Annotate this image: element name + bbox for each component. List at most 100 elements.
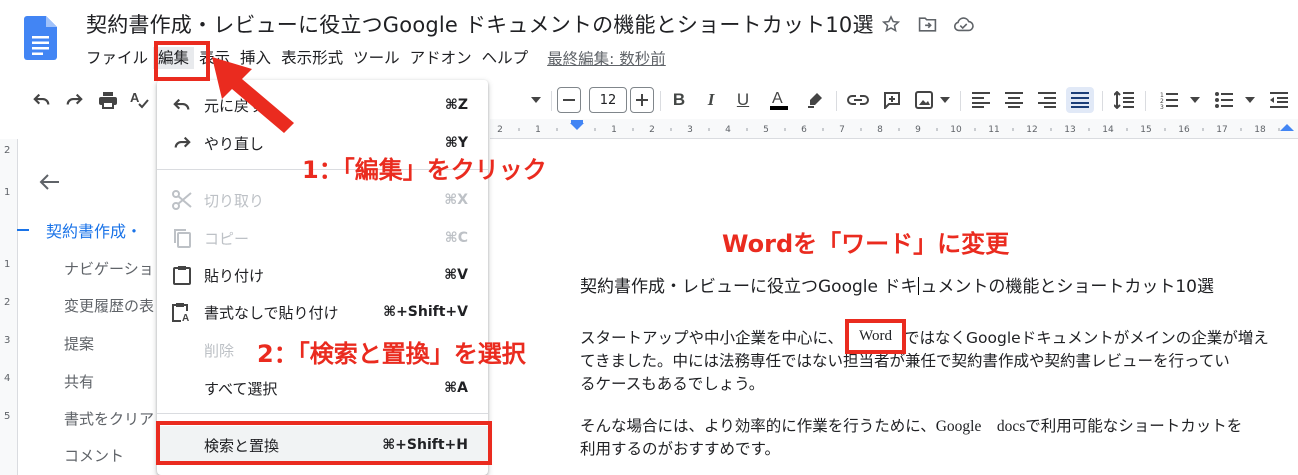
menu-item-select-all[interactable]: すべて選択 ⌘A <box>157 369 488 407</box>
google-docs-logo-icon[interactable] <box>24 16 57 60</box>
ruler-tick-label: 6 <box>801 125 807 135</box>
ruler-tick-label: 5 <box>763 125 769 135</box>
ruler-tick-label: 2 <box>497 125 503 135</box>
scissors-icon <box>171 189 193 211</box>
menu-item-copy[interactable]: コピー ⌘C <box>157 219 488 257</box>
align-justify-icon[interactable] <box>1066 87 1094 113</box>
redo-icon[interactable] <box>62 87 86 113</box>
vruler-tick-label: 2 <box>4 145 11 156</box>
menu-addons[interactable]: アドオン <box>405 47 477 69</box>
outline-active-indicator <box>17 229 29 231</box>
numbered-list-dropdown-icon[interactable] <box>1188 87 1202 113</box>
bulleted-list-icon[interactable] <box>1211 87 1237 113</box>
heading-text-after-caret: ュメントの機能とショートカット10選 <box>920 277 1214 297</box>
menu-item-label: コピー <box>204 229 250 248</box>
ruler-tick-label: 10 <box>950 125 962 135</box>
font-size-increase-button[interactable] <box>630 87 654 113</box>
move-folder-icon[interactable] <box>916 13 938 35</box>
line-spacing-icon[interactable] <box>1111 87 1137 113</box>
paragraph-line[interactable]: 利用するのがおすすめです。 <box>580 437 780 461</box>
document-heading[interactable]: 契約書作成・レビューに役立つGoogle ドキ ュメントの機能とショートカット10… <box>580 272 1214 297</box>
ruler-tick-label: 18 <box>1254 125 1266 135</box>
insert-link-icon[interactable] <box>845 87 871 113</box>
last-edit-link[interactable]: 最終編集: 数秒前 <box>547 47 666 69</box>
copy-icon <box>171 227 193 249</box>
annotation-arrow-icon <box>212 57 294 133</box>
ruler-tick-label: 11 <box>988 125 999 135</box>
svg-text:A: A <box>130 90 140 105</box>
vruler-tick-label: 3 <box>4 335 11 346</box>
outline-item[interactable]: 共有 <box>64 371 94 392</box>
bulleted-list-dropdown-icon[interactable] <box>1243 87 1257 113</box>
align-center-icon[interactable] <box>1001 87 1027 113</box>
vruler-tick-label: 4 <box>4 373 11 384</box>
paragraph-line[interactable]: るケースもあるでしょう。 <box>580 372 764 396</box>
vruler-tick-label: 1 <box>4 187 11 198</box>
paragraph-line[interactable]: そんな場合には、より効率的に作業を行うために、Google docsで利用可能な… <box>580 414 1242 439</box>
ruler-tick-label: 7 <box>839 125 845 135</box>
font-size-input[interactable]: 12 <box>589 87 627 113</box>
highlighted-word: Word <box>859 328 892 344</box>
text-color-icon[interactable]: A <box>766 87 792 113</box>
cloud-saved-icon[interactable] <box>952 13 974 35</box>
vruler-tick-label: 2 <box>4 297 11 308</box>
menu-item-label: 切り取り <box>204 191 265 210</box>
annotation-step2: 2：「検索と置換」を選択 <box>257 340 526 368</box>
bold-icon[interactable]: B <box>668 87 690 113</box>
decrease-indent-icon[interactable] <box>1266 87 1292 113</box>
undo-icon[interactable] <box>30 87 54 113</box>
menu-item-paste-without-formatting[interactable]: A 書式なしで貼り付け ⌘+Shift+V <box>157 293 488 331</box>
paragraph-line[interactable]: スタートアップや中小企業を中心に、 ではなくGoogleドキュメントがメインの企業… <box>580 326 1269 350</box>
insert-image-icon[interactable] <box>911 87 937 113</box>
outline-item[interactable]: ナビゲーショ <box>64 258 154 279</box>
ruler-tick-label: 3 <box>687 125 693 135</box>
heading-text-before-caret: 契約書作成・レビューに役立つGoogle ドキ <box>580 277 918 297</box>
add-comment-icon[interactable] <box>879 87 905 113</box>
ruler-tick-label: 13 <box>1064 125 1075 135</box>
paragraph-text: で利用可能なショートカットを <box>1025 417 1243 435</box>
vruler-tick-label: 5 <box>4 411 11 422</box>
font-size-decrease-button[interactable] <box>557 87 581 113</box>
highlight-box-edit-menu <box>154 41 210 81</box>
font-dropdown-chevron-icon[interactable] <box>528 87 544 113</box>
highlighted-word-box[interactable]: Word <box>845 319 906 354</box>
undo-icon <box>171 94 193 116</box>
document-title[interactable]: 契約書作成・レビューに役立つGoogle ドキュメントの機能とショートカット10… <box>86 9 874 39</box>
horizontal-ruler[interactable]: 2 1 1 2 3 4 5 6 7 8 9 10 11 12 13 14 15 … <box>490 119 1298 139</box>
menu-item-shortcut: ⌘C <box>444 230 468 246</box>
menu-help[interactable]: ヘルプ <box>477 47 534 69</box>
indent-marker-icon <box>570 123 584 130</box>
outline-item[interactable]: 書式をクリア <box>64 408 154 429</box>
menu-tools[interactable]: ツール <box>348 47 405 69</box>
outline-heading[interactable]: 契約書作成・ <box>46 218 142 242</box>
highlight-color-icon[interactable] <box>802 87 828 113</box>
menu-item-cut[interactable]: 切り取り ⌘X <box>157 181 488 219</box>
paste-plain-icon: A <box>171 301 193 323</box>
back-arrow-icon[interactable] <box>38 173 60 195</box>
menu-file[interactable]: ファイル <box>86 47 153 69</box>
vruler-tick-label: 1 <box>4 259 11 270</box>
menu-item-undo[interactable]: 元に戻す ⌘Z <box>157 86 488 124</box>
align-left-icon[interactable] <box>968 87 994 113</box>
outline-item[interactable]: 提案 <box>64 333 94 354</box>
svg-text:A: A <box>772 90 783 107</box>
spellcheck-icon[interactable]: A <box>128 87 154 113</box>
italic-icon[interactable]: I <box>700 87 722 113</box>
image-dropdown-chevron-icon[interactable] <box>939 87 951 113</box>
menu-item-paste[interactable]: 貼り付け ⌘V <box>157 256 488 294</box>
print-icon[interactable] <box>95 87 121 113</box>
menu-item-shortcut: ⌘+Shift+V <box>383 304 468 320</box>
numbered-list-icon[interactable]: 123 <box>1156 87 1182 113</box>
svg-text:A: A <box>182 313 189 322</box>
ruler-tick-label: 17 <box>1216 125 1227 135</box>
ruler-tick-label: 14 <box>1102 125 1114 135</box>
underline-icon[interactable]: U <box>732 87 754 113</box>
align-right-icon[interactable] <box>1034 87 1060 113</box>
ruler-tick-label: 4 <box>725 125 731 135</box>
highlight-box-find-replace <box>156 421 492 465</box>
vertical-ruler[interactable]: 2 1 1 2 3 4 5 <box>0 139 18 475</box>
menu-item-label: すべて選択 <box>204 379 278 398</box>
star-icon[interactable] <box>880 13 902 35</box>
outline-item[interactable]: 変更履歴の表 <box>64 295 154 316</box>
outline-item[interactable]: コメント <box>64 445 124 466</box>
